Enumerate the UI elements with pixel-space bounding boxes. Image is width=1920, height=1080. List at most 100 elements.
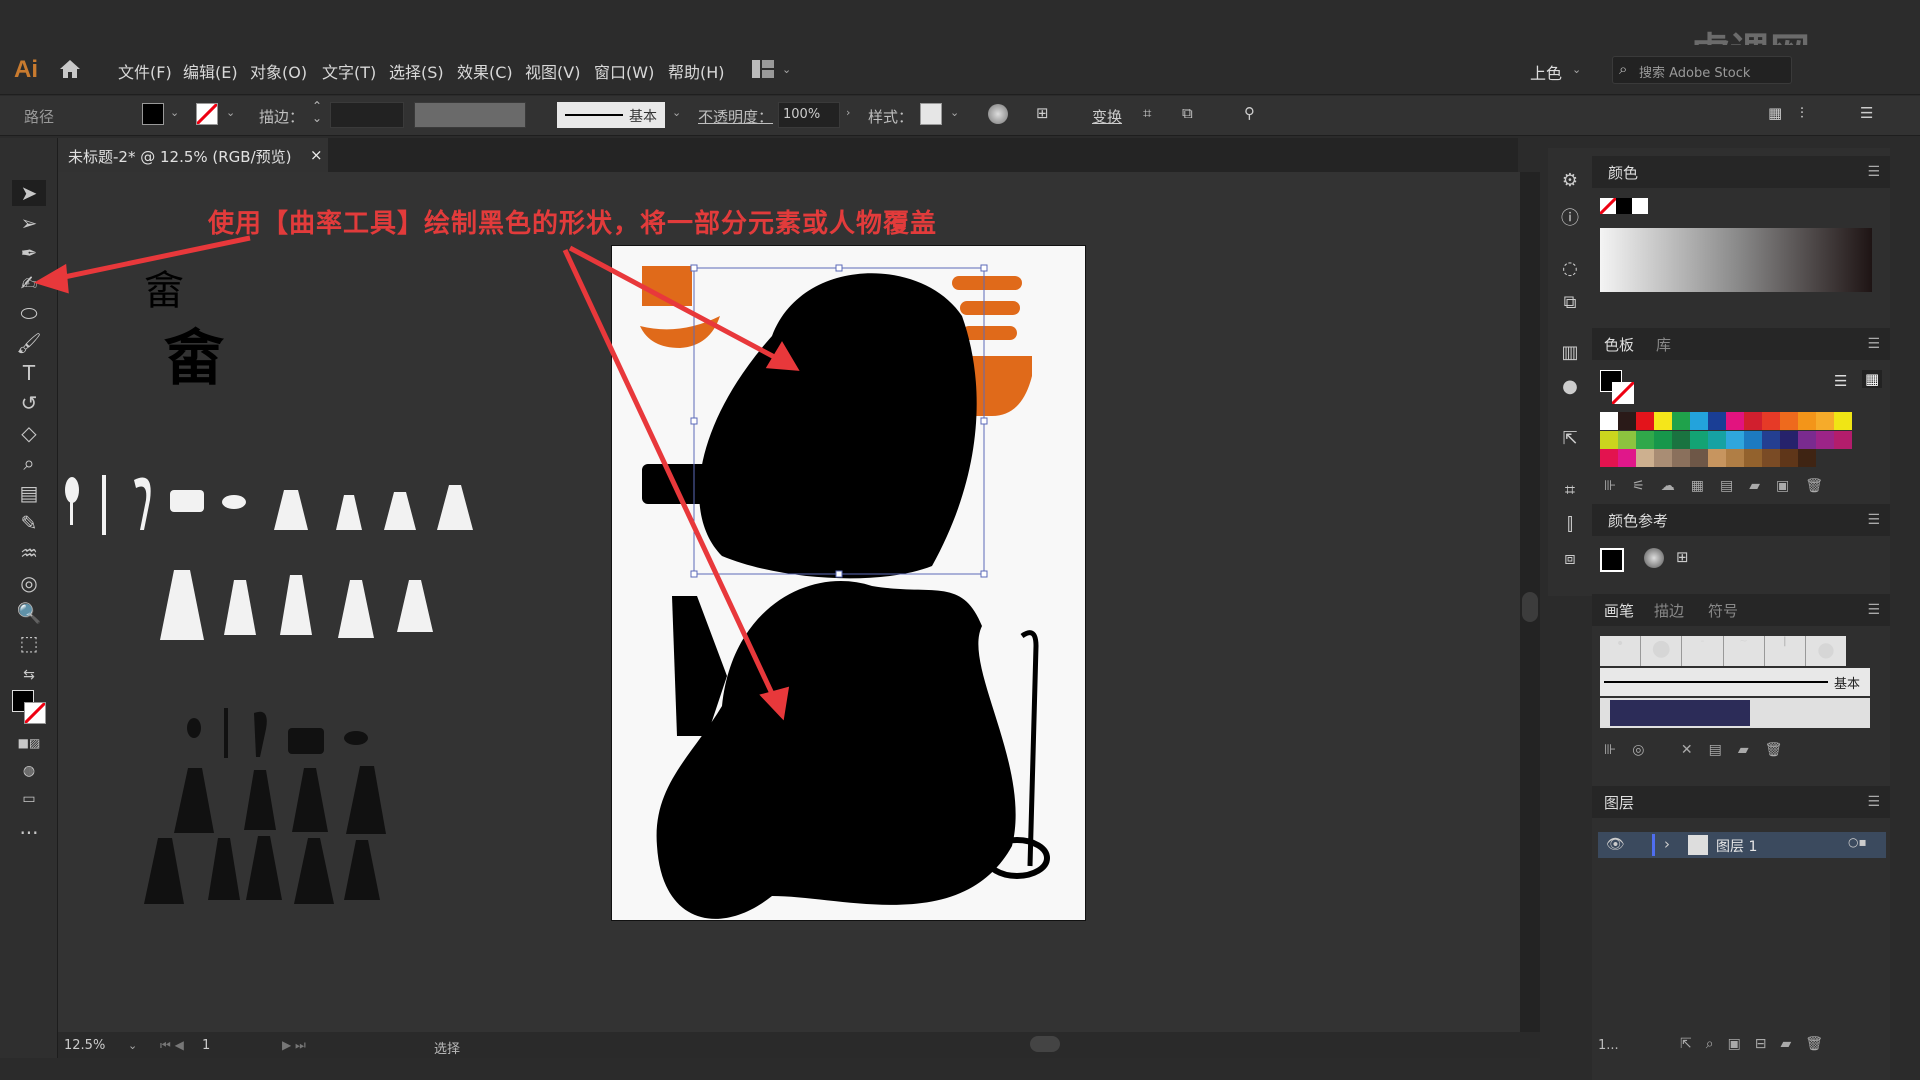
color-swatch[interactable] <box>1654 412 1672 430</box>
color-swatch[interactable] <box>1762 412 1780 430</box>
color-swatch[interactable] <box>1636 412 1654 430</box>
appearance-icon[interactable]: ⚙ <box>1556 170 1584 198</box>
color-swatch[interactable] <box>1726 430 1744 449</box>
panel-menu-icon[interactable]: ☰ <box>1867 164 1880 180</box>
color-swatch[interactable] <box>1636 449 1654 468</box>
status-bar <box>58 1032 1540 1058</box>
zoom-level[interactable]: 12.5% <box>64 1038 105 1053</box>
layer-row[interactable]: 👁 › 图层 1 ○▪ <box>1598 832 1886 858</box>
brush-preset[interactable]: • <box>1600 636 1642 666</box>
panel-menu-icon[interactable]: ☰ <box>1867 336 1880 352</box>
color-swatch[interactable] <box>1726 412 1744 430</box>
color-swatch[interactable] <box>1708 412 1726 430</box>
artboard-number[interactable]: 1 <box>202 1038 210 1053</box>
brush-preset[interactable]: | <box>1765 636 1806 666</box>
color-swatch[interactable] <box>1798 430 1816 449</box>
tab-symbols[interactable]: 符号 <box>1708 600 1738 621</box>
chevron-down-icon[interactable]: ⌄ <box>128 1039 137 1052</box>
color-swatch[interactable] <box>1816 430 1834 449</box>
color-swatch[interactable] <box>1834 412 1852 430</box>
color-swatch[interactable] <box>1762 430 1780 449</box>
color-swatch[interactable] <box>1600 449 1618 468</box>
panel-menu-icon[interactable]: ☰ <box>1867 602 1880 618</box>
transparency-icon[interactable]: ● <box>1556 376 1584 404</box>
color-swatch[interactable] <box>1798 449 1816 468</box>
basic-brush-row[interactable]: 基本 <box>1600 668 1870 696</box>
horizontal-scrollbar-thumb[interactable] <box>1030 1036 1060 1052</box>
next-artboard-icon[interactable]: ▶ ⏭ <box>282 1038 306 1053</box>
color-swatch[interactable] <box>1798 412 1816 430</box>
pathfinder-icon[interactable]: ⌗ <box>1556 480 1584 508</box>
first-artboard-icon[interactable]: ⏮ ◀ <box>160 1038 184 1053</box>
color-swatch[interactable] <box>1744 412 1762 430</box>
color-swatch[interactable] <box>1762 449 1780 468</box>
color-spectrum[interactable] <box>1600 228 1872 292</box>
color-swatch[interactable] <box>1690 430 1708 449</box>
pattern-brush-row[interactable] <box>1600 698 1870 728</box>
expand-chevron-icon[interactable]: › <box>1664 835 1670 853</box>
visibility-eye-icon[interactable]: 👁 <box>1606 835 1625 853</box>
brush-preset[interactable]: ~ <box>1724 636 1765 666</box>
info-icon[interactable]: ⓘ <box>1556 204 1584 232</box>
layer-color-indicator <box>1652 834 1655 856</box>
color-swatch[interactable] <box>1600 412 1618 430</box>
tab-swatches[interactable]: 色板 <box>1604 334 1634 355</box>
brush-preset[interactable]: ● <box>1806 636 1846 666</box>
color-swatch[interactable] <box>1780 430 1798 449</box>
target-icon[interactable]: ○▪ <box>1848 835 1867 849</box>
color-swatch[interactable] <box>1618 412 1636 430</box>
save-group-icon[interactable]: ⊞ <box>1676 548 1689 566</box>
color-swatch[interactable] <box>1726 449 1744 468</box>
export-icon[interactable]: ⇱ <box>1556 428 1584 456</box>
gradient-icon[interactable]: ▥ <box>1556 342 1584 370</box>
brush-panel-actions[interactable]: ⊪◎ ✕▤▰🗑 <box>1604 742 1798 758</box>
list-view-icon[interactable]: ☰ <box>1834 372 1847 390</box>
color-swatch[interactable] <box>1816 412 1834 430</box>
color-swatch[interactable] <box>1654 449 1672 468</box>
none-color-icon[interactable] <box>1598 196 1618 216</box>
color-swatch[interactable] <box>1636 430 1654 449</box>
layer-panel-actions[interactable]: ⇱⌕▣⊟▰🗑 <box>1680 1036 1837 1052</box>
color-guide-header: 颜色参考 ☰ <box>1592 504 1890 536</box>
color-swatch[interactable] <box>1708 430 1726 449</box>
layer-thumbnail <box>1688 835 1708 855</box>
transform-icon[interactable]: ⧉ <box>1556 292 1584 320</box>
artboards-icon[interactable]: ⧈ <box>1556 548 1584 576</box>
brush-presets: • ● - ~ | ● <box>1600 636 1846 666</box>
swatch-stroke[interactable] <box>1610 380 1636 406</box>
color-swatch[interactable] <box>1834 430 1852 449</box>
layers-panel-header: 图层 ☰ <box>1592 786 1890 818</box>
tab-libraries[interactable]: 库 <box>1656 334 1671 355</box>
color-swatch[interactable] <box>1744 430 1762 449</box>
color-swatch[interactable] <box>1600 430 1618 449</box>
harmony-rules-icon[interactable] <box>1644 548 1664 568</box>
tab-brushes[interactable]: 画笔 <box>1604 600 1634 621</box>
symbols-icon[interactable]: ◌ <box>1556 258 1584 286</box>
black-color[interactable] <box>1616 198 1632 214</box>
grid-view-icon[interactable]: ▦ <box>1862 370 1883 388</box>
color-swatch[interactable] <box>1672 430 1690 449</box>
layer-count: 1... <box>1598 1038 1619 1053</box>
swatch-panel-actions[interactable]: ⊪⚟☁▦▤▰▣🗑 <box>1604 478 1839 494</box>
color-panel-header: 颜色 ☰ <box>1592 156 1890 188</box>
color-swatch[interactable] <box>1618 449 1636 468</box>
align-panel-icon[interactable]: ⫿ <box>1556 514 1584 542</box>
color-swatch[interactable] <box>1690 412 1708 430</box>
color-swatch[interactable] <box>1672 449 1690 468</box>
color-swatch[interactable] <box>1780 449 1798 468</box>
color-swatch[interactable] <box>1690 449 1708 468</box>
color-swatch[interactable] <box>1708 449 1726 468</box>
tab-stroke[interactable]: 描边 <box>1654 600 1684 621</box>
color-swatch[interactable] <box>1744 449 1762 468</box>
base-color[interactable] <box>1600 548 1624 572</box>
color-swatch[interactable] <box>1780 412 1798 430</box>
color-swatch[interactable] <box>1672 412 1690 430</box>
brush-preset[interactable]: - <box>1682 636 1724 666</box>
brush-preset[interactable]: ● <box>1641 636 1683 666</box>
swatch-grid <box>1600 412 1860 468</box>
color-swatch[interactable] <box>1618 430 1636 449</box>
white-color[interactable] <box>1632 198 1648 214</box>
color-swatch[interactable] <box>1654 430 1672 449</box>
panel-menu-icon[interactable]: ☰ <box>1867 794 1880 810</box>
panel-menu-icon[interactable]: ☰ <box>1867 512 1880 528</box>
